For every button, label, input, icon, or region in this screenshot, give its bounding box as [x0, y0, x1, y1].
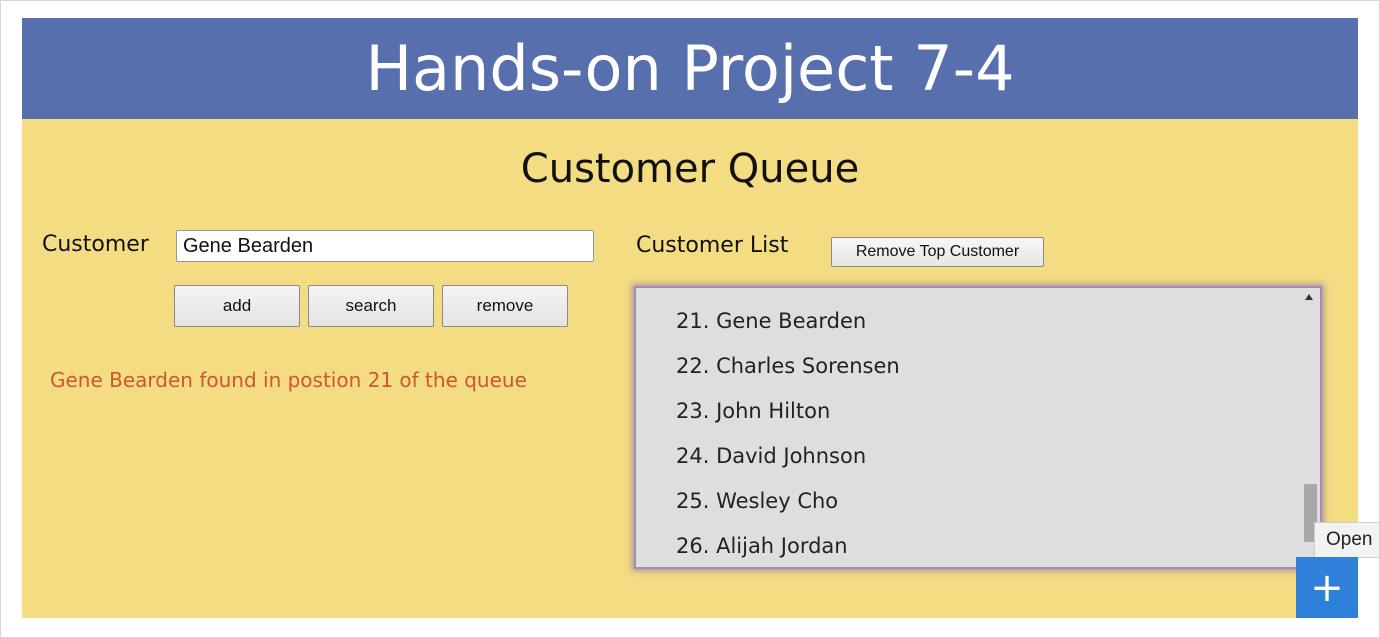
list-item[interactable]: 26. Alijah Jordan: [676, 531, 900, 567]
list-item[interactable]: 21. Gene Bearden: [676, 306, 900, 351]
triangle-up-icon[interactable]: [1305, 294, 1313, 300]
customer-input[interactable]: [176, 230, 594, 262]
customer-label: Customer: [42, 232, 149, 257]
customer-list-box[interactable]: 21. Gene Bearden 22. Charles Sorensen 23…: [634, 286, 1322, 569]
open-tooltip: Open: [1314, 522, 1380, 558]
customer-list-label: Customer List: [636, 233, 789, 258]
list-item[interactable]: 24. David Johnson: [676, 441, 900, 486]
list-item[interactable]: 22. Charles Sorensen: [676, 351, 900, 396]
status-message: Gene Bearden found in postion 21 of the …: [50, 368, 527, 392]
app-container: Hands-on Project 7-4 Customer Queue Cust…: [22, 18, 1358, 618]
section-heading: Customer Queue: [520, 146, 860, 192]
remove-top-customer-button[interactable]: Remove Top Customer: [831, 237, 1044, 267]
remove-button[interactable]: remove: [442, 285, 568, 327]
add-button[interactable]: add: [174, 285, 300, 327]
search-button[interactable]: search: [308, 285, 434, 327]
customer-list: 21. Gene Bearden 22. Charles Sorensen 23…: [676, 306, 900, 567]
page-title: Hands-on Project 7-4: [22, 18, 1358, 119]
list-item[interactable]: 25. Wesley Cho: [676, 486, 900, 531]
plus-icon[interactable]: +: [1296, 557, 1358, 618]
list-item[interactable]: 23. John Hilton: [676, 396, 900, 441]
